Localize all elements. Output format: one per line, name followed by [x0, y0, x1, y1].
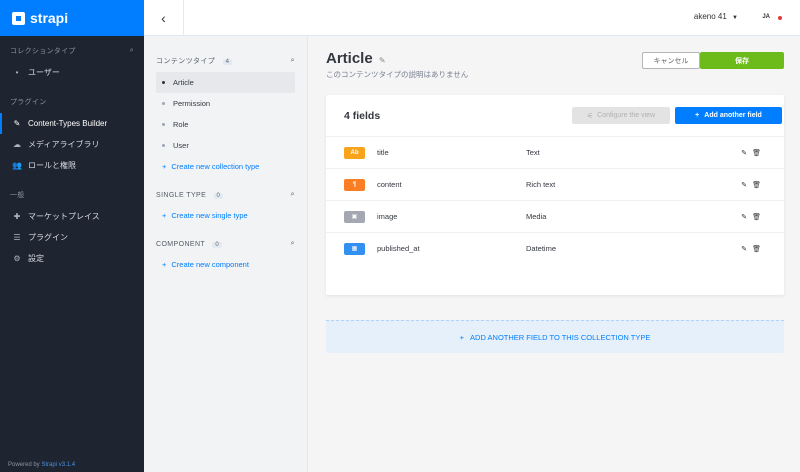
field-row-content[interactable]: ¶ content Rich text ✎🗑	[326, 168, 784, 200]
field-type: Text	[526, 148, 540, 157]
sidebar-item-users[interactable]: • ユーザー	[10, 62, 134, 83]
trash-icon[interactable]: 🗑	[752, 150, 766, 157]
sidebar-item-media-library[interactable]: ☁ メディアライブラリ	[10, 134, 134, 155]
page-header: Article ✎ このコンテンツタイプの説明はありません キャンセル 保存	[326, 50, 784, 80]
bullet-icon	[162, 81, 165, 84]
media-type-icon: ▣	[344, 210, 365, 223]
single-types-title: SINGLE TYPE	[156, 191, 207, 199]
create-component-link[interactable]: + Create new component	[156, 254, 295, 275]
search-icon[interactable]: ⌕	[291, 57, 295, 65]
collections-section-title: コレクションタイプ	[10, 48, 76, 55]
search-icon[interactable]: ⌕	[130, 47, 134, 55]
user-menu[interactable]: akeno 41 ▼	[694, 12, 738, 21]
sidebar-item-marketplace[interactable]: ✚ マーケットプレイス	[10, 206, 134, 227]
field-type: Rich text	[526, 180, 556, 189]
brush-icon: ✎	[13, 119, 21, 128]
users-icon: 👥	[12, 161, 22, 170]
fields-card: 4 fields ⚟ Configure the view + Add anot…	[326, 95, 784, 353]
richtext-type-icon: ¶	[344, 178, 365, 191]
plus-icon: +	[162, 211, 167, 220]
calendar-type-icon: ▦	[344, 242, 365, 255]
create-single-type-link[interactable]: + Create new single type	[156, 205, 295, 226]
add-field-to-collection-button[interactable]: + ADD ANOTHER FIELD TO THIS COLLECTION T…	[326, 320, 784, 353]
caret-down-icon: ▼	[732, 15, 738, 21]
brand-logo[interactable]: strapi	[0, 0, 144, 36]
back-button[interactable]: ‹	[144, 0, 184, 36]
bullet-icon: •	[15, 68, 19, 77]
create-collection-type-link[interactable]: + Create new collection type	[156, 156, 295, 177]
trash-icon[interactable]: 🗑	[752, 246, 766, 253]
puzzle-icon: ✚	[13, 212, 21, 221]
main-sidebar: strapi コレクションタイプ ⌕ • ユーザー プラグイン ✎ Conten…	[0, 0, 144, 472]
flag-icon	[778, 16, 782, 20]
add-another-field-button[interactable]: + Add another field	[675, 107, 782, 124]
content-type-permission[interactable]: Permission	[156, 93, 295, 114]
field-row-image[interactable]: ▣ image Media ✎🗑	[326, 200, 784, 232]
collections-section: コレクションタイプ ⌕ • ユーザー	[0, 36, 144, 83]
content-type-role[interactable]: Role	[156, 114, 295, 135]
language-selector[interactable]: JA	[762, 14, 770, 20]
single-types-count: 0	[213, 192, 224, 199]
content-types-title: コンテンツタイプ	[156, 58, 216, 65]
chevron-left-icon: ‹	[161, 10, 166, 26]
field-name: image	[377, 212, 398, 221]
plus-icon: +	[162, 162, 167, 171]
configure-view-button: ⚟ Configure the view	[572, 107, 670, 124]
field-row-title[interactable]: Ab title Text ✎🗑	[326, 136, 784, 168]
plus-icon: +	[695, 112, 700, 119]
single-types-section: SINGLE TYPE 0 ⌕ + Create new single type	[144, 177, 307, 226]
version-link[interactable]: Strapi v3.1.4	[41, 462, 75, 468]
list-icon: ☰	[13, 233, 21, 242]
page-description: このコンテンツタイプの説明はありません	[326, 70, 469, 79]
sidebar-item-plugins[interactable]: ☰ プラグイン	[10, 227, 134, 248]
text-type-icon: Ab	[344, 146, 365, 159]
edit-icon[interactable]: ✎	[741, 150, 752, 157]
top-bar: ‹ akeno 41 ▼ JA	[144, 0, 800, 36]
field-name: content	[377, 180, 402, 189]
search-icon[interactable]: ⌕	[291, 240, 295, 248]
components-section: COMPONENT 0 ⌕ + Create new component	[144, 226, 307, 275]
field-type: Media	[526, 212, 547, 221]
content-types-section: コンテンツタイプ 4 ⌕ Article Permission Role Use…	[144, 36, 307, 177]
bullet-icon	[162, 102, 165, 105]
edit-pencil-icon[interactable]: ✎	[379, 56, 386, 65]
search-icon[interactable]: ⌕	[291, 191, 295, 199]
plugins-section: プラグイン ✎ Content-Types Builder ☁ メディアライブラ…	[0, 83, 144, 176]
trash-icon[interactable]: 🗑	[752, 182, 766, 189]
trash-icon[interactable]: 🗑	[752, 214, 766, 221]
edit-icon[interactable]: ✎	[741, 214, 752, 221]
cloud-upload-icon: ☁	[13, 140, 21, 149]
content-type-user[interactable]: User	[156, 135, 295, 156]
edit-icon[interactable]: ✎	[741, 182, 752, 189]
bullet-icon	[162, 144, 165, 147]
strapi-logo-icon	[12, 11, 25, 25]
field-type: Datetime	[526, 244, 557, 253]
sliders-icon: ⚟	[586, 112, 594, 120]
cancel-button[interactable]: キャンセル	[642, 52, 700, 69]
content-type-article[interactable]: Article	[156, 72, 295, 93]
brand-name: strapi	[30, 10, 69, 26]
save-button[interactable]: 保存	[700, 52, 784, 69]
edit-icon[interactable]: ✎	[741, 246, 752, 253]
field-name: published_at	[377, 244, 420, 253]
plus-icon: +	[459, 332, 465, 342]
plus-icon: +	[162, 260, 167, 269]
sidebar-item-settings[interactable]: ⚙ 設定	[10, 248, 134, 269]
page-title: Article	[326, 50, 373, 67]
content-types-count: 4	[222, 59, 233, 65]
sidebar-item-content-types-builder[interactable]: ✎ Content-Types Builder	[0, 113, 134, 134]
components-count: 0	[212, 241, 223, 248]
components-title: COMPONENT	[156, 240, 205, 248]
field-row-published-at[interactable]: ▦ published_at Datetime ✎🗑	[326, 232, 784, 264]
gear-icon: ⚙	[13, 254, 21, 263]
content-types-sidebar: コンテンツタイプ 4 ⌕ Article Permission Role Use…	[144, 36, 308, 472]
fields-count: 4 fields	[344, 110, 381, 122]
general-section-title: 一般	[10, 192, 25, 199]
plugins-section-title: プラグイン	[10, 99, 47, 106]
sidebar-item-roles-permissions[interactable]: 👥 ロールと権限	[10, 155, 134, 176]
general-section: 一般 ✚ マーケットプレイス ☰ プラグイン ⚙ 設定	[0, 176, 144, 269]
powered-by: Powered by Strapi v3.1.4	[8, 462, 76, 468]
bullet-icon	[162, 123, 165, 126]
field-name: title	[377, 148, 389, 157]
